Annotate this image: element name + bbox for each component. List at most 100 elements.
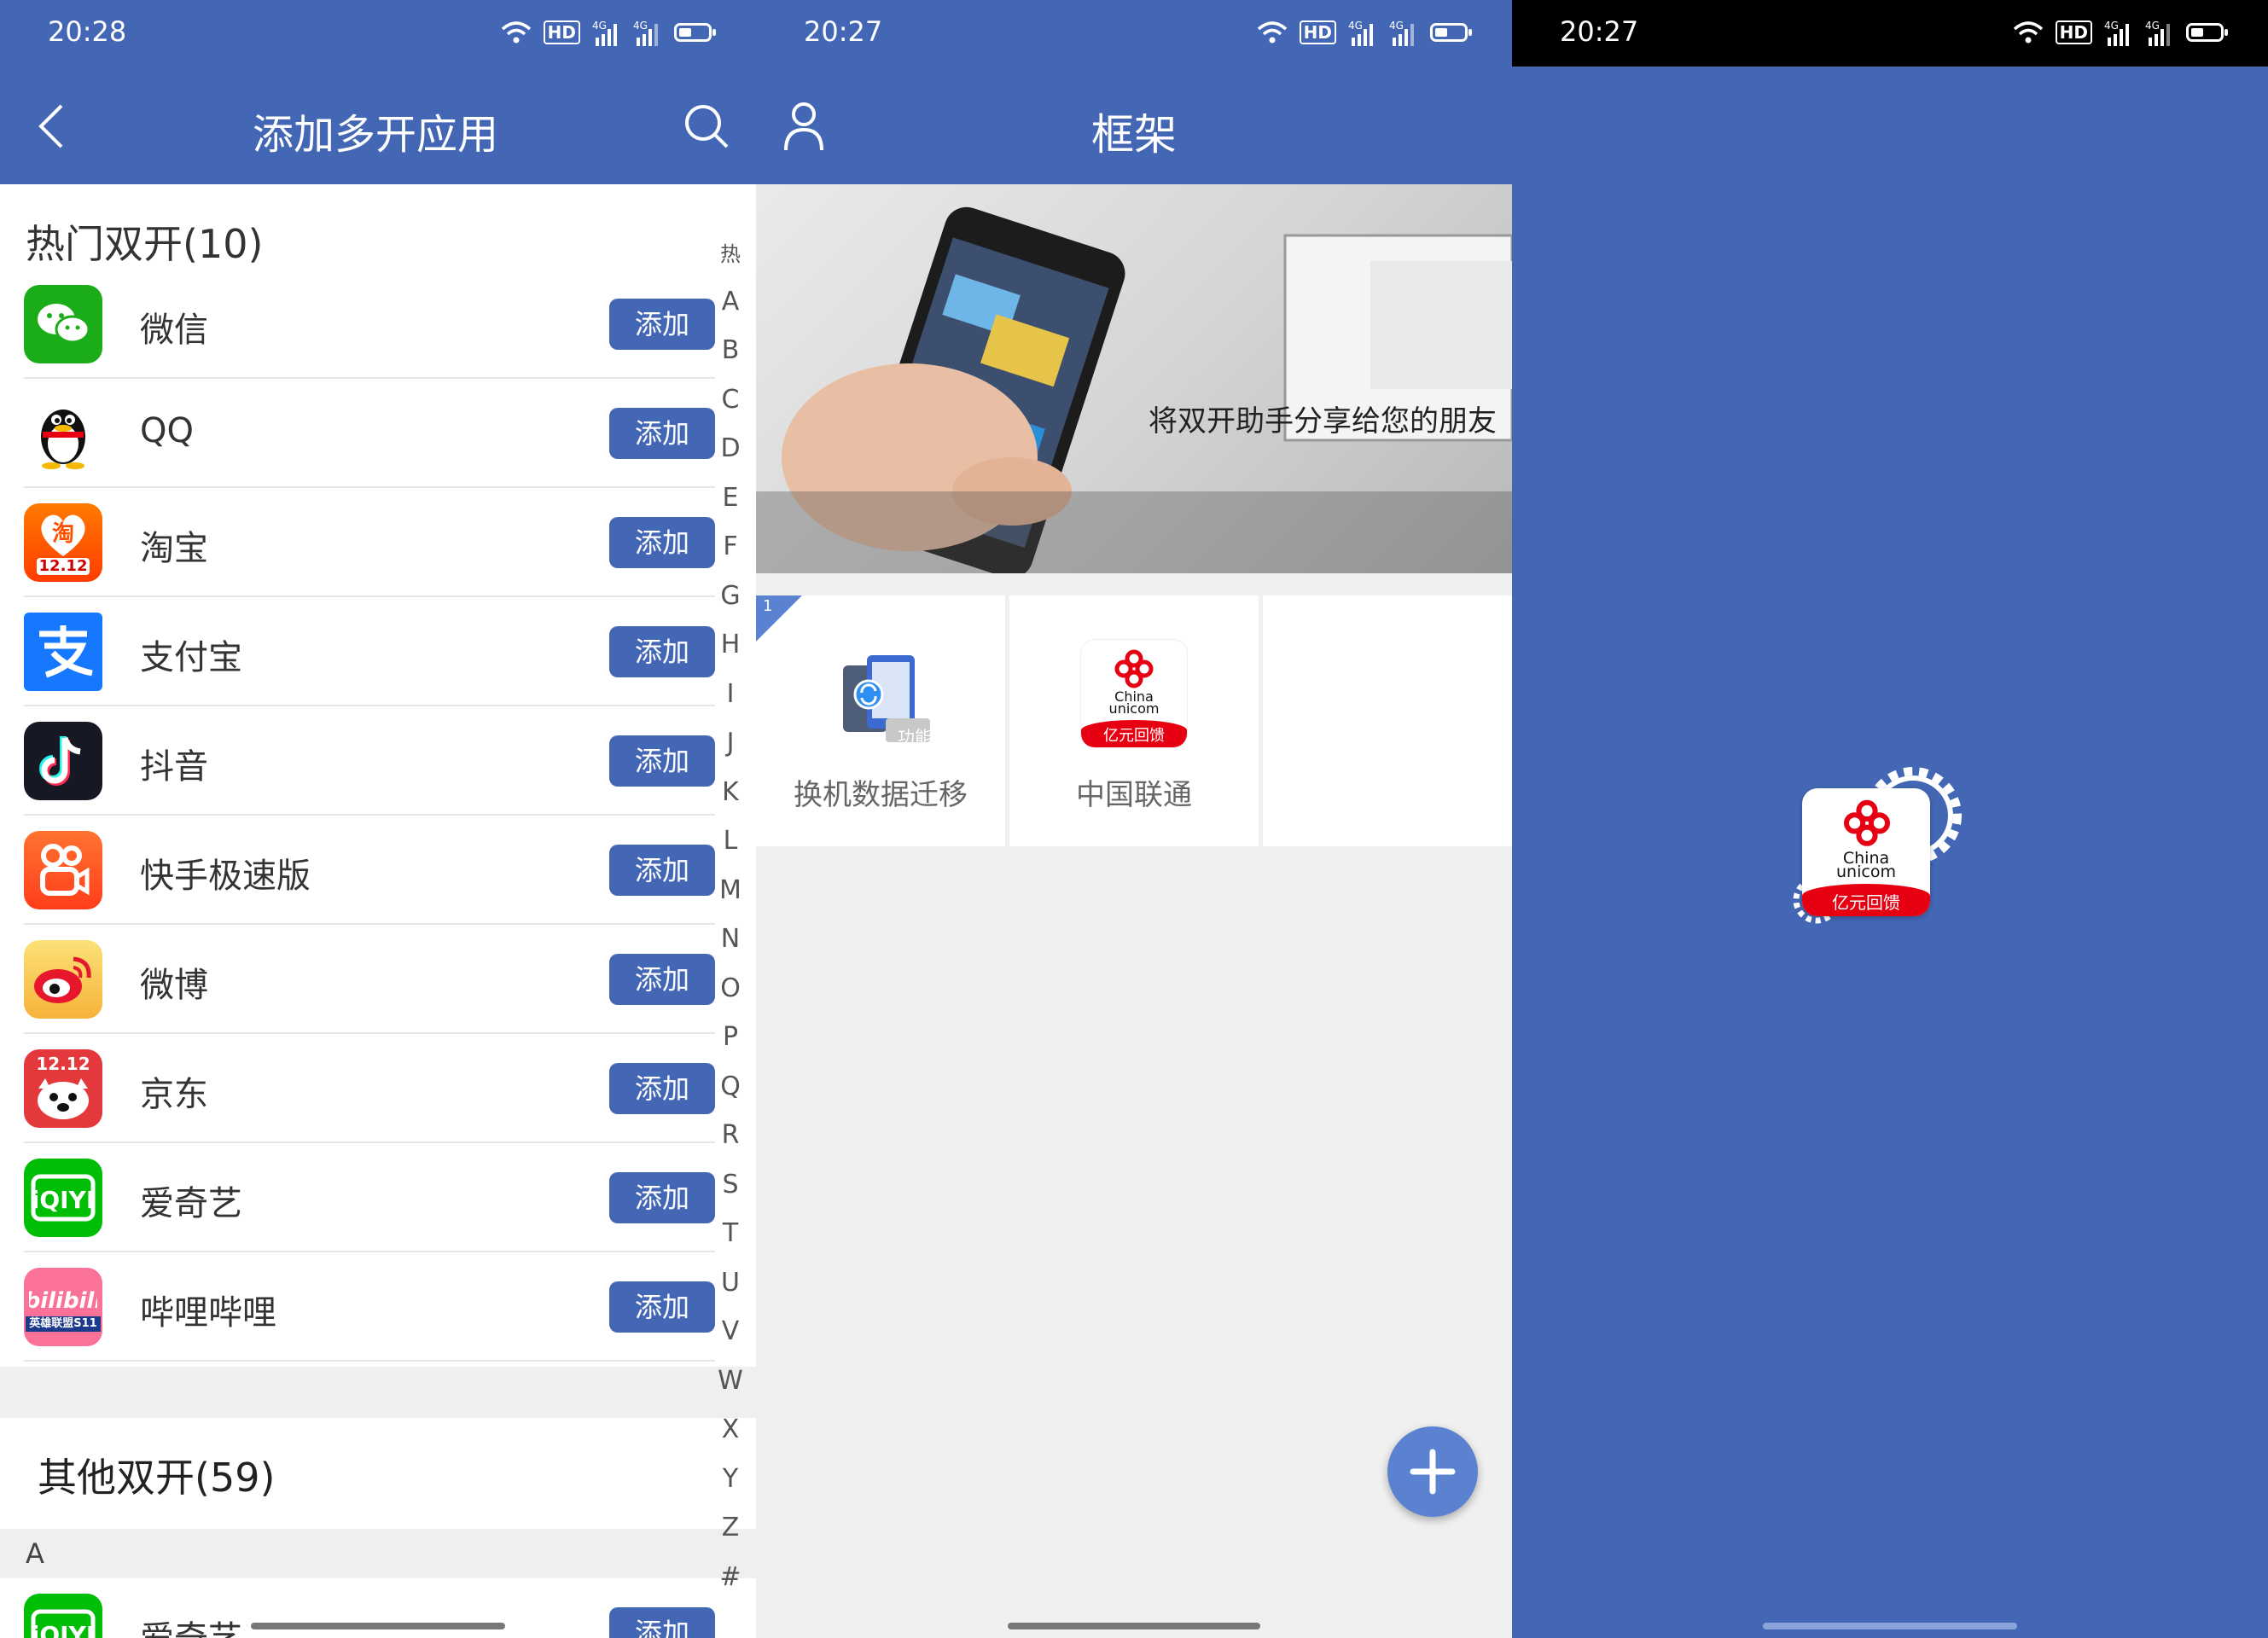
weibo-icon: [24, 940, 102, 1019]
index-letter[interactable]: Q: [713, 1072, 747, 1121]
add-button[interactable]: 添加: [609, 845, 715, 896]
list-item: 快手极速版 添加: [24, 816, 715, 925]
index-letter[interactable]: D: [713, 433, 747, 483]
index-letter[interactable]: K: [713, 777, 747, 827]
home-indicator[interactable]: [251, 1623, 505, 1629]
page-title: 框架: [1091, 110, 1177, 160]
hd-badge: HD: [543, 20, 580, 44]
add-button[interactable]: 添加: [609, 517, 715, 568]
index-letter[interactable]: 热: [713, 237, 747, 287]
plus-icon: [1410, 1449, 1456, 1495]
tile-label: 换机数据迁移: [794, 778, 968, 812]
wifi-icon: [1257, 21, 1287, 44]
search-icon[interactable]: [683, 102, 730, 150]
index-letter[interactable]: C: [713, 385, 747, 434]
svg-text:4G: 4G: [2145, 20, 2160, 32]
list-item: iQIYI 爱奇艺 添加: [24, 1143, 715, 1252]
tile-data-migration[interactable]: 1 功能 换机数据迁移: [756, 595, 1005, 846]
index-letter[interactable]: P: [713, 1022, 747, 1072]
svg-text:iQIYI: iQIYI: [32, 1621, 96, 1638]
unicom-brand-line2: unicom: [1108, 700, 1160, 717]
index-letter[interactable]: L: [713, 826, 747, 875]
index-letter[interactable]: G: [713, 581, 747, 630]
unicom-promo: 亿元回馈: [1103, 727, 1165, 745]
index-letter[interactable]: M: [713, 875, 747, 925]
index-letter[interactable]: X: [713, 1414, 747, 1464]
add-button[interactable]: 添加: [609, 299, 715, 350]
index-letter[interactable]: H: [713, 630, 747, 679]
index-letter[interactable]: Y: [713, 1464, 747, 1513]
index-letter[interactable]: J: [713, 728, 747, 777]
wechat-icon: [24, 285, 102, 363]
svg-text:4G: 4G: [2104, 20, 2119, 32]
list-item: 淘 12.12 淘宝 添加: [24, 488, 715, 597]
index-letter[interactable]: F: [713, 531, 747, 581]
signal-icon: 4G: [1389, 20, 1414, 46]
douyin-icon: [24, 722, 102, 800]
svg-text:bilibili: bilibili: [29, 1288, 97, 1314]
app-name: 淘宝: [140, 529, 208, 568]
iqiyi-icon: iQIYI: [24, 1159, 102, 1237]
unicom-promo: 亿元回馈: [1832, 892, 1900, 913]
banner-caption: 将双开助手分享给您的朋友: [1149, 404, 1497, 439]
index-letter[interactable]: N: [713, 924, 747, 973]
back-arrow-icon[interactable]: [36, 102, 65, 150]
index-letter[interactable]: S: [713, 1170, 747, 1219]
status-bar: 20:27 HD 4G 4G: [1512, 0, 2268, 67]
splash-screen: 20:27 HD 4G 4G China unicom 亿元回馈: [1512, 0, 2268, 1638]
add-fab-button[interactable]: [1387, 1426, 1478, 1517]
hd-badge: HD: [1299, 20, 1336, 44]
feature-tag: 功能: [898, 727, 932, 747]
app-name: 爱奇艺: [140, 1184, 242, 1223]
svg-text:4G: 4G: [1348, 20, 1363, 32]
signal-icon: 4G: [592, 20, 617, 46]
home-indicator[interactable]: [1008, 1623, 1260, 1629]
list-item: 抖音 添加: [24, 706, 715, 816]
add-button[interactable]: 添加: [609, 1172, 715, 1223]
app-name: 微信: [140, 311, 208, 350]
bilibili-icon: bilibili 英雄联盟S11: [24, 1268, 102, 1346]
china-unicom-icon: China unicom 亿元回馈: [1081, 640, 1187, 747]
index-letter[interactable]: R: [713, 1120, 747, 1170]
index-letter[interactable]: U: [713, 1268, 747, 1317]
index-letter[interactable]: #: [713, 1562, 747, 1612]
index-letter[interactable]: A: [713, 287, 747, 336]
share-banner[interactable]: 将双开助手分享给您的朋友: [756, 184, 1512, 573]
alphabet-index[interactable]: 热 A B C D E F G H I J K L M N O P Q R S T U V W X Y Z #: [713, 237, 747, 1611]
banner-shade: [756, 491, 1512, 573]
section-divider: [0, 1367, 756, 1418]
index-letter[interactable]: W: [713, 1366, 747, 1415]
list-item: 微博 添加: [24, 925, 715, 1034]
index-letter[interactable]: E: [713, 483, 747, 532]
index-letter[interactable]: O: [713, 973, 747, 1023]
index-letter[interactable]: V: [713, 1316, 747, 1366]
index-letter[interactable]: T: [713, 1218, 747, 1268]
jd-icon: 12.12: [24, 1049, 102, 1128]
battery-icon: [674, 23, 716, 42]
add-button[interactable]: 添加: [609, 1281, 715, 1333]
add-button[interactable]: 添加: [609, 954, 715, 1005]
home-indicator[interactable]: [1763, 1623, 2017, 1629]
qq-icon: [24, 394, 102, 473]
app-name: 京东: [140, 1075, 208, 1114]
status-time: 20:28: [48, 15, 127, 48]
status-bar: 20:28 HD 4G 4G: [0, 0, 756, 67]
add-button[interactable]: 添加: [609, 1063, 715, 1114]
list-item: QQ 添加: [24, 379, 715, 488]
tile-china-unicom[interactable]: China unicom 亿元回馈 中国联通: [1009, 595, 1259, 846]
svg-text:淘: 淘: [52, 521, 74, 547]
app-name: 支付宝: [140, 638, 242, 677]
index-letter[interactable]: B: [713, 335, 747, 385]
app-name: 快手极速版: [140, 857, 311, 896]
svg-text:4G: 4G: [633, 20, 648, 32]
add-button[interactable]: 添加: [609, 1607, 715, 1638]
signal-icon: 4G: [2104, 20, 2129, 46]
taobao-icon: 淘 12.12: [24, 503, 102, 582]
add-button[interactable]: 添加: [609, 735, 715, 787]
index-letter[interactable]: Z: [713, 1513, 747, 1562]
bilibili-badge: 英雄联盟S11: [26, 1316, 101, 1332]
add-button[interactable]: 添加: [609, 626, 715, 677]
add-button[interactable]: 添加: [609, 408, 715, 459]
index-letter[interactable]: I: [713, 679, 747, 729]
tile-empty[interactable]: [1263, 595, 1512, 846]
